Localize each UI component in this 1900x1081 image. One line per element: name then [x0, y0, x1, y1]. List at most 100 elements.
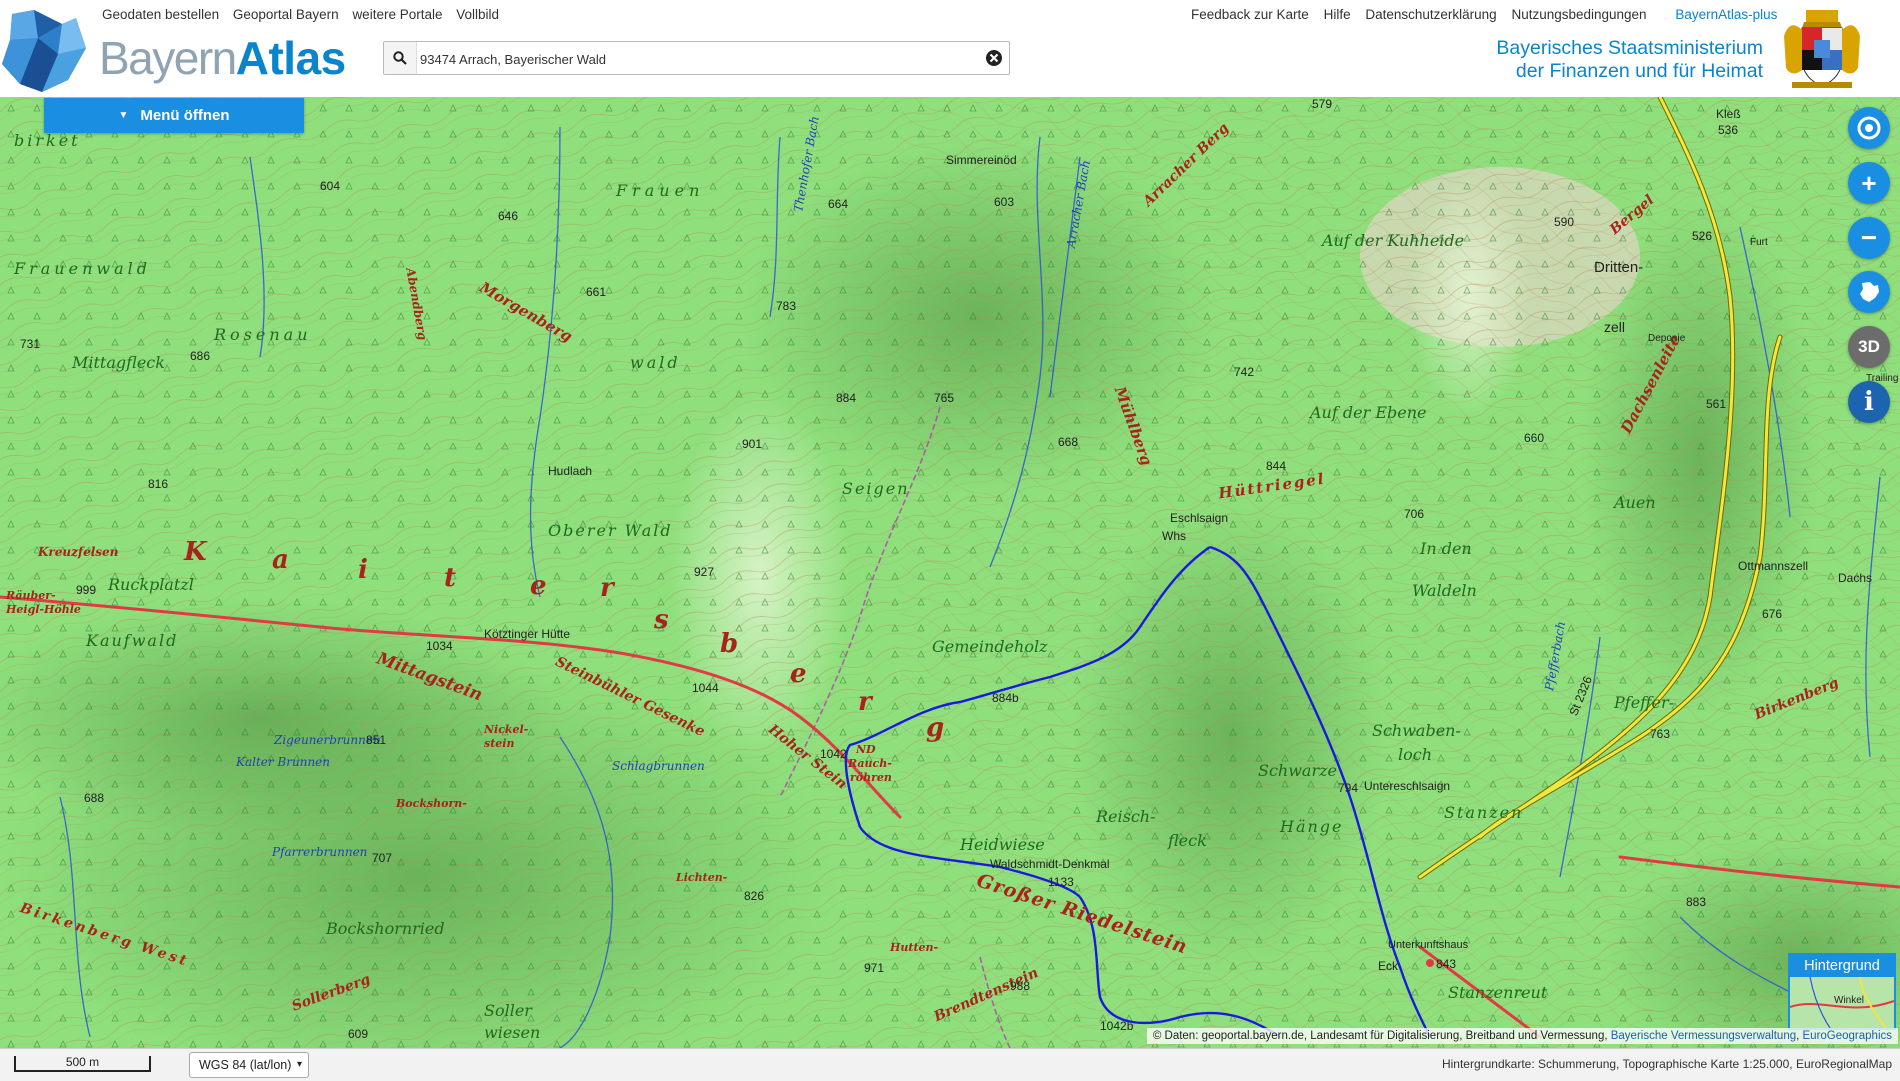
- nav-datenschutz[interactable]: Datenschutzerklärung: [1365, 7, 1496, 22]
- height-label: 901: [742, 437, 763, 451]
- map-label-auf-der-ebene: Auf der Ebene: [1310, 403, 1427, 422]
- height-label: 742: [1234, 365, 1255, 379]
- bavaria-coat-of-arms-icon[interactable]: [1782, 6, 1862, 90]
- map-label-heigl-hoehle: Heigl-Höhle: [6, 603, 81, 616]
- map-label-waldschmidt-denkmal: Waldschmidt-Denkmal: [990, 857, 1110, 871]
- height-label: 988: [1010, 979, 1031, 993]
- locate-icon: [1857, 116, 1881, 140]
- map-label-wald: wald: [630, 353, 681, 372]
- height-label: 604: [320, 179, 341, 193]
- map-label-untereschlsaign: Untereschlsaign: [1364, 779, 1451, 793]
- map-label-oberer-wald: Oberer Wald: [548, 521, 673, 540]
- map-label-simmereinoed: Simmereinöd: [946, 153, 1017, 167]
- top-nav-right: Feedback zur Karte Hilfe Datenschutzerkl…: [1191, 7, 1788, 22]
- map-label-hudlach: Hudlach: [548, 464, 593, 478]
- search-button[interactable]: [384, 42, 417, 74]
- crs-select[interactable]: WGS 84 (lat/lon) ▾: [189, 1052, 309, 1078]
- bayernatlas-logo-icon[interactable]: [2, 10, 86, 92]
- map-label-reisch: Reisch-: [1096, 807, 1156, 826]
- info-button[interactable]: i: [1848, 381, 1890, 423]
- nav-vollbild[interactable]: Vollbild: [456, 7, 499, 22]
- height-label: 590: [1554, 215, 1575, 229]
- 3d-button[interactable]: 3D: [1848, 326, 1890, 368]
- height-label: 844: [1266, 459, 1287, 473]
- height-label: 706: [1404, 507, 1425, 521]
- attribution-link-vermessung[interactable]: Bayerische Vermessungsverwaltung: [1611, 1030, 1796, 1042]
- height-label: 1133: [1048, 875, 1074, 889]
- crs-selected-value: WGS 84 (lat/lon): [199, 1058, 292, 1072]
- map-label-eschlsaign: Eschlsaign: [1170, 511, 1229, 525]
- height-label: 1034: [426, 639, 453, 653]
- height-label: 664: [828, 197, 849, 211]
- height-label: 688: [84, 791, 105, 805]
- background-thumbnail-label: Winkel: [1834, 995, 1865, 1006]
- map-label-eck: Eck: [1378, 959, 1399, 973]
- map-label-wiesen: wiesen: [484, 1023, 541, 1042]
- ministry-title[interactable]: Bayerisches Staatsministerium der Finanz…: [1496, 37, 1763, 83]
- map-label-pfarrerbrunnen: Pfarrerbrunnen: [272, 845, 368, 859]
- height-label: 999: [76, 583, 97, 597]
- search-input[interactable]: [418, 46, 962, 72]
- height-label: 561: [1706, 397, 1727, 411]
- zoom-out-button[interactable]: −: [1848, 217, 1890, 259]
- map-label-zell: zell: [1604, 319, 1626, 335]
- plus-icon: +: [1861, 168, 1877, 198]
- caret-down-icon: ▼: [118, 110, 129, 121]
- height-label: 1042: [820, 747, 847, 761]
- map-label-kaitersberg-g: g: [926, 713, 947, 743]
- height-label: 927: [694, 565, 715, 579]
- zoom-in-button[interactable]: +: [1848, 162, 1890, 204]
- map-label-kaitersberg-r: r: [600, 573, 616, 603]
- map-view[interactable]: K a i t e r s b e r g Simmereinöd Frauen…: [0, 97, 1900, 1048]
- map-label-kaitersberg-e2: e: [790, 659, 809, 689]
- nav-geodaten-bestellen[interactable]: Geodaten bestellen: [102, 7, 219, 22]
- map-label-heidwiese: Heidwiese: [960, 835, 1045, 854]
- attribution-link-eurogeographics[interactable]: EuroGeographics: [1803, 1030, 1893, 1042]
- map-label-koetztinger-huette: Kötztinger Hütte: [484, 627, 571, 641]
- nav-feedback[interactable]: Feedback zur Karte: [1191, 7, 1309, 22]
- height-label: 660: [1524, 431, 1545, 445]
- zoom-to-bavaria-button[interactable]: [1848, 271, 1890, 313]
- map-label-schwarze: Schwarze: [1258, 761, 1338, 780]
- height-label: 603: [994, 195, 1015, 209]
- map-label-auf-der-kuhheide: Auf der Kuhheide: [1322, 231, 1465, 250]
- height-label: 661: [586, 285, 607, 299]
- brand-part1: Bayern: [99, 32, 237, 84]
- brand-wordmark[interactable]: BayernAtlas: [99, 34, 346, 82]
- background-switcher[interactable]: Hintergrund Winkel: [1788, 953, 1896, 1030]
- map-label-kreuzfelsen: Kreuzfelsen: [38, 545, 119, 559]
- map-label-soller: Soller: [484, 1001, 532, 1020]
- height-label: 783: [776, 299, 797, 313]
- map-label-fleck: fleck: [1168, 831, 1207, 850]
- nav-bayernatlas-plus[interactable]: BayernAtlas-plus: [1675, 7, 1777, 22]
- ministry-line1: Bayerisches Staatsministerium: [1496, 37, 1763, 59]
- menu-open-button[interactable]: ▼ Menü öffnen: [44, 98, 304, 133]
- height-label: 686: [190, 349, 211, 363]
- map-label-rosenau: Rosenau: [214, 325, 312, 344]
- bavaria-icon: [1860, 282, 1879, 302]
- map-label-nd: ND: [856, 743, 876, 756]
- nav-hilfe[interactable]: Hilfe: [1324, 7, 1351, 22]
- map-label-lichten: Lichten-: [676, 871, 728, 884]
- height-label: 883: [1686, 895, 1707, 909]
- map-label-ruckplatzl: Ruckplatzl: [108, 575, 194, 594]
- map-label-gemeindeholz: Gemeindeholz: [932, 637, 1048, 656]
- map-label-schwaben: Schwaben-: [1372, 721, 1461, 740]
- locate-button[interactable]: [1848, 107, 1890, 149]
- height-label: 609: [348, 1027, 369, 1041]
- minus-icon: −: [1860, 222, 1878, 253]
- map-label-stanzen: Stanzen: [1444, 803, 1524, 822]
- basemap-credit: Hintergrundkarte: Schummerung, Topograph…: [1441, 1057, 1892, 1071]
- map-label-kaitersberg-e: e: [530, 571, 549, 601]
- map-label-whs: Whs: [1162, 529, 1186, 543]
- height-label: 1042b: [1100, 1019, 1134, 1033]
- map-label-haenge: Hänge: [1280, 817, 1344, 836]
- nav-geoportal-bayern[interactable]: Geoportal Bayern: [233, 7, 339, 22]
- height-label: 851: [366, 733, 387, 747]
- nav-nutzungsbedingungen[interactable]: Nutzungsbedingungen: [1511, 7, 1646, 22]
- map-label-kaitersberg-b: b: [720, 629, 741, 659]
- map-label-waldeln: Waldeln: [1412, 581, 1477, 600]
- clear-search-icon[interactable]: [985, 49, 1003, 67]
- map-label-kaitersberg-r2: r: [858, 687, 874, 717]
- nav-weitere-portale[interactable]: weitere Portale: [352, 7, 442, 22]
